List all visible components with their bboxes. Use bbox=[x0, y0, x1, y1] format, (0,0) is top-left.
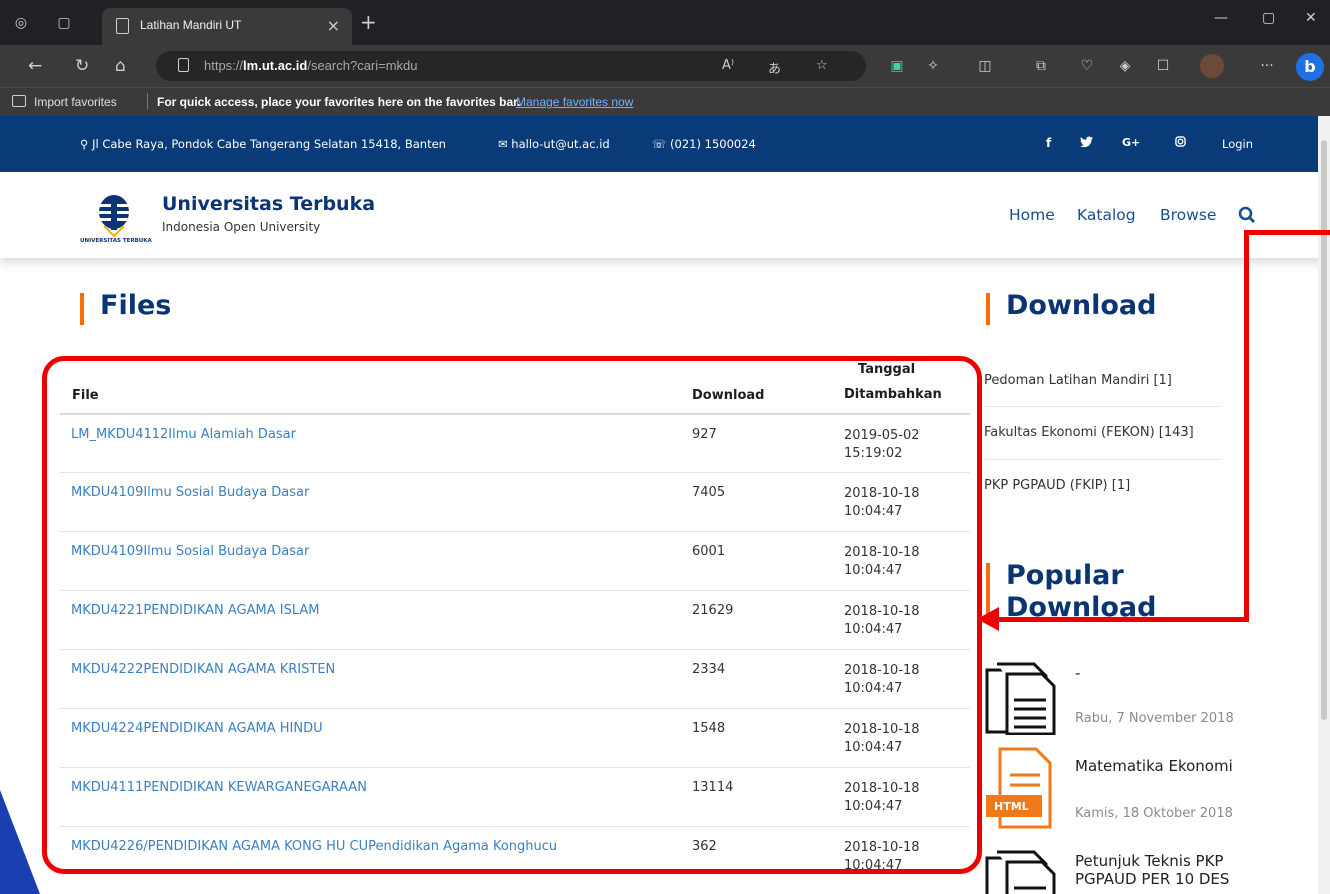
nav-browse[interactable]: Browse bbox=[1160, 206, 1216, 224]
home-icon[interactable]: ⌂ bbox=[115, 56, 126, 76]
login-link[interactable]: Login bbox=[1222, 137, 1253, 151]
performance-icon[interactable]: ♡ bbox=[1078, 57, 1096, 75]
instagram-icon[interactable] bbox=[1175, 136, 1186, 150]
address-bar-row: ← ↻ ⌂ https://lm.ut.ac.id/search?cari=mk… bbox=[0, 45, 1330, 87]
url-text[interactable]: https://lm.ut.ac.id/search?cari=mkdu bbox=[204, 58, 418, 73]
download-title: Download bbox=[1006, 290, 1157, 321]
files-title: Files bbox=[100, 290, 172, 321]
nav-katalog[interactable]: Katalog bbox=[1077, 206, 1136, 224]
favorite-star-icon[interactable]: ☆ bbox=[816, 58, 828, 73]
download-title-accent bbox=[986, 293, 990, 325]
site-tagline: Indonesia Open University bbox=[162, 220, 321, 234]
email-item[interactable]: ✉ hallo-ut@ut.ac.id bbox=[498, 137, 610, 151]
popular-item-date: Kamis, 18 Oktober 2018 bbox=[1075, 806, 1233, 821]
popular-item-title[interactable]: - bbox=[1075, 664, 1080, 682]
translate-icon[interactable]: あ bbox=[768, 58, 781, 77]
profile-avatar[interactable] bbox=[1200, 54, 1224, 78]
popular-item-title[interactable]: Matematika Ekonomi bbox=[1075, 757, 1233, 775]
split-screen-icon[interactable]: ◫ bbox=[976, 57, 994, 75]
site-topbar: ⚲ Jl Cabe Raya, Pondok Cabe Tangerang Se… bbox=[0, 116, 1330, 172]
logo-caption: UNIVERSITAS TERBUKA bbox=[80, 238, 152, 244]
favbar-divider bbox=[147, 93, 148, 110]
import-favorites-icon[interactable] bbox=[12, 95, 26, 107]
sidebar-divider bbox=[984, 459, 1220, 460]
mail-icon: ✉ bbox=[498, 137, 508, 151]
viewport: ◎ ▢ Latihan Mandiri UT × + — ▢ ✕ ← ↻ ⌂ h… bbox=[0, 0, 1330, 894]
files-title-accent bbox=[80, 293, 84, 325]
address-bar[interactable]: https://lm.ut.ac.id/search?cari=mkdu A⁾ … bbox=[156, 51, 866, 81]
document-icon[interactable] bbox=[984, 848, 1069, 894]
minimize-icon[interactable]: — bbox=[1214, 10, 1228, 26]
sidebar-link-fekon[interactable]: Fakultas Ekonomi (FEKON) [143] bbox=[984, 425, 1194, 440]
import-favorites-button[interactable]: Import favorites bbox=[34, 95, 117, 109]
close-window-icon[interactable]: ✕ bbox=[1305, 10, 1317, 26]
back-icon[interactable]: ← bbox=[28, 56, 42, 76]
location-pin-icon: ⚲ bbox=[80, 137, 89, 151]
email-text: hallo-ut@ut.ac.id bbox=[511, 137, 610, 151]
page-icon bbox=[116, 18, 129, 34]
decorative-corner bbox=[0, 790, 40, 894]
close-tab-icon[interactable]: × bbox=[327, 16, 340, 35]
nav-home[interactable]: Home bbox=[1009, 206, 1055, 224]
address-text: Jl Cabe Raya, Pondok Cabe Tangerang Sela… bbox=[92, 137, 446, 151]
google-plus-icon[interactable]: G+ bbox=[1122, 136, 1140, 149]
annotation-arrow-vertical bbox=[1244, 230, 1249, 622]
browser-essentials-icon[interactable]: ◈ bbox=[1116, 57, 1134, 75]
facebook-icon[interactable]: f bbox=[1046, 136, 1051, 150]
sidebar-link-pedoman[interactable]: Pedoman Latihan Mandiri [1] bbox=[984, 373, 1172, 388]
extension-icon[interactable]: ▣ bbox=[888, 57, 906, 75]
tab-actions-icon[interactable]: ▢ bbox=[55, 14, 73, 32]
popular-title: Popular Download bbox=[1006, 560, 1157, 623]
site-brand[interactable]: Universitas Terbuka bbox=[162, 193, 375, 215]
popular-item-title[interactable]: Petunjuk Teknis PKP PGPAUD PER 10 DES bbox=[1075, 852, 1229, 888]
annotation-arrow-horizontal bbox=[992, 617, 1249, 622]
popular-item-date: Rabu, 7 November 2018 bbox=[1075, 711, 1234, 726]
ut-logo[interactable]: UNIVERSITAS TERBUKA bbox=[78, 192, 152, 248]
address-item: ⚲ Jl Cabe Raya, Pondok Cabe Tangerang Se… bbox=[80, 137, 446, 151]
document-icon[interactable] bbox=[984, 660, 1069, 736]
scrollbar-thumb[interactable] bbox=[1321, 140, 1327, 720]
collections-icon[interactable]: ⧉ bbox=[1032, 57, 1050, 75]
extensions-icon[interactable]: ✧ bbox=[924, 57, 942, 75]
refresh-icon[interactable]: ↻ bbox=[75, 56, 89, 76]
maximize-icon[interactable]: ▢ bbox=[1262, 10, 1275, 26]
phone-item[interactable]: ☏ (021) 1500024 bbox=[652, 137, 756, 151]
workspaces-icon[interactable]: ◎ bbox=[12, 14, 30, 32]
sidebar-divider bbox=[984, 406, 1220, 407]
tab-title: Latihan Mandiri UT bbox=[140, 18, 242, 32]
twitter-icon[interactable] bbox=[1080, 136, 1093, 151]
manage-favorites-link[interactable]: Manage favorites now bbox=[516, 95, 633, 109]
read-aloud-icon[interactable]: A⁾ bbox=[722, 58, 734, 73]
favbar-message: For quick access, place your favorites h… bbox=[157, 95, 521, 109]
search-icon[interactable] bbox=[1238, 206, 1256, 224]
sidebar-link-pgpaud[interactable]: PKP PGPAUD (FKIP) [1] bbox=[984, 478, 1130, 493]
annotation-arrow-top bbox=[1244, 230, 1330, 235]
site-header: UNIVERSITAS TERBUKA Universitas Terbuka … bbox=[0, 172, 1330, 258]
browser-tab[interactable]: Latihan Mandiri UT × bbox=[102, 8, 352, 45]
phone-text: (021) 1500024 bbox=[670, 137, 756, 151]
annotation-arrowhead bbox=[977, 607, 999, 631]
favorites-bar: Import favorites For quick access, place… bbox=[0, 87, 1330, 116]
lock-icon[interactable] bbox=[178, 58, 189, 72]
html-badge: HTML bbox=[994, 800, 1029, 813]
annotation-highlight-box bbox=[42, 356, 982, 874]
bing-copilot-icon[interactable]: b bbox=[1296, 53, 1324, 81]
feedback-icon[interactable]: ☐ bbox=[1154, 57, 1172, 75]
browser-tab-bar: ◎ ▢ Latihan Mandiri UT × + — ▢ ✕ bbox=[0, 0, 1330, 45]
phone-icon: ☏ bbox=[652, 137, 667, 151]
new-tab-icon[interactable]: + bbox=[360, 10, 377, 34]
more-icon[interactable]: ··· bbox=[1258, 57, 1276, 75]
html-file-icon[interactable]: HTML bbox=[986, 745, 1066, 830]
